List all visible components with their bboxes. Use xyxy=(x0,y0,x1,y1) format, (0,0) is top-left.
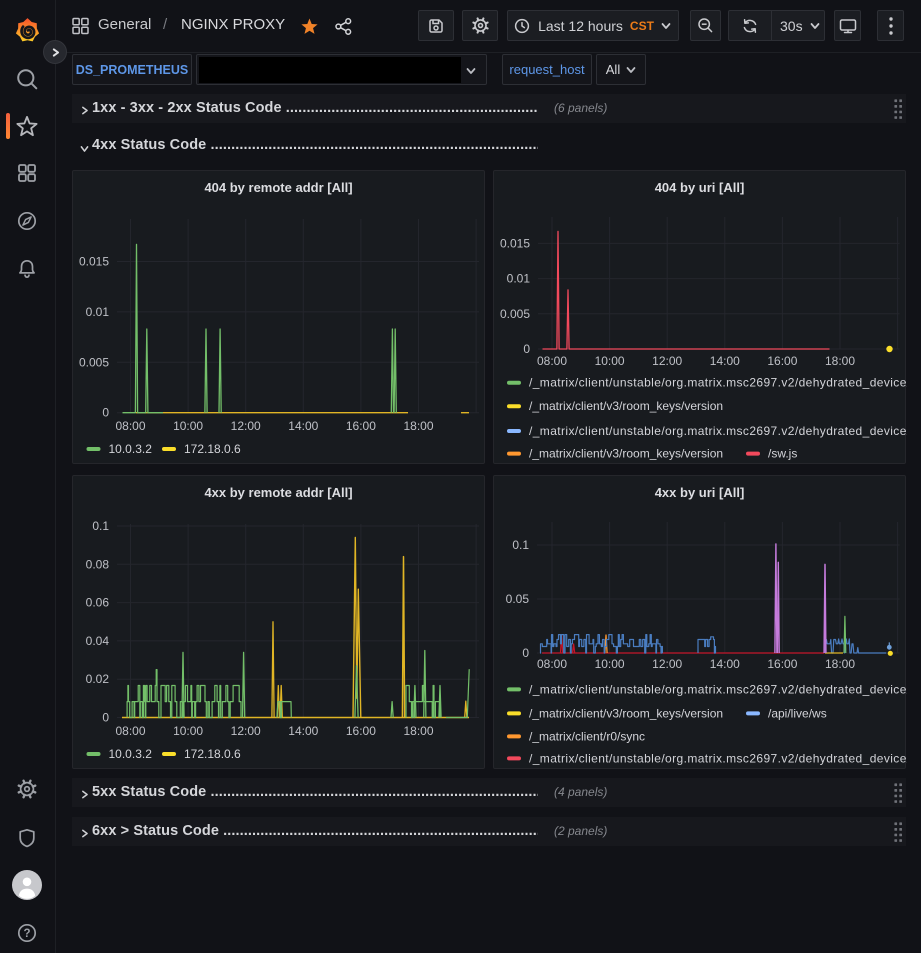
svg-text:16:00: 16:00 xyxy=(346,419,376,433)
svg-text:18:00: 18:00 xyxy=(825,657,855,671)
svg-text:12:00: 12:00 xyxy=(231,419,261,433)
svg-text:/_matrix/client/unstable/org.m: /_matrix/client/unstable/org.matrix.msc2… xyxy=(529,376,907,390)
svg-text:10.0.3.2: 10.0.3.2 xyxy=(109,442,153,456)
svg-text:16:00: 16:00 xyxy=(346,724,376,738)
svg-text:/_matrix/client/r0/sync: /_matrix/client/r0/sync xyxy=(529,729,645,743)
svg-text:0: 0 xyxy=(523,342,530,356)
svg-text:08:00: 08:00 xyxy=(537,354,567,368)
svg-text:16:00: 16:00 xyxy=(767,354,797,368)
svg-text:0.01: 0.01 xyxy=(507,272,531,286)
svg-text:14:00: 14:00 xyxy=(288,419,318,433)
svg-text:/_matrix/client/unstable/org.m: /_matrix/client/unstable/org.matrix.msc2… xyxy=(529,424,907,438)
svg-text:?: ? xyxy=(23,928,30,940)
svg-text:18:00: 18:00 xyxy=(403,419,433,433)
svg-text:16:00: 16:00 xyxy=(767,657,797,671)
svg-text:/_matrix/client/unstable/org.m: /_matrix/client/unstable/org.matrix.msc2… xyxy=(529,751,907,765)
svg-text:0.01: 0.01 xyxy=(86,305,110,319)
svg-text:18:00: 18:00 xyxy=(403,724,433,738)
svg-text:10:00: 10:00 xyxy=(173,724,203,738)
svg-text:0: 0 xyxy=(102,406,109,420)
svg-text:/_matrix/client/v3/room_keys/v: /_matrix/client/v3/room_keys/version xyxy=(529,447,723,461)
svg-text:/_matrix/client/v3/room_keys/v: /_matrix/client/v3/room_keys/version xyxy=(529,706,723,720)
svg-text:0.015: 0.015 xyxy=(79,255,109,269)
svg-text:0.05: 0.05 xyxy=(506,592,530,606)
svg-text:12:00: 12:00 xyxy=(652,354,682,368)
svg-text:0: 0 xyxy=(522,646,529,660)
svg-text:10:00: 10:00 xyxy=(595,657,625,671)
svg-text:0.005: 0.005 xyxy=(500,307,530,321)
svg-text:14:00: 14:00 xyxy=(288,724,318,738)
svg-text:10:00: 10:00 xyxy=(173,419,203,433)
svg-text:08:00: 08:00 xyxy=(115,419,145,433)
svg-text:/_matrix/client/unstable/org.m: /_matrix/client/unstable/org.matrix.msc2… xyxy=(529,682,907,696)
svg-text:/sw.js: /sw.js xyxy=(768,447,797,461)
svg-text:0: 0 xyxy=(102,711,109,725)
svg-text:12:00: 12:00 xyxy=(652,657,682,671)
svg-text:08:00: 08:00 xyxy=(115,724,145,738)
svg-text:0.1: 0.1 xyxy=(92,519,109,533)
svg-text:0.04: 0.04 xyxy=(86,634,110,648)
svg-text:0.06: 0.06 xyxy=(86,596,110,610)
svg-text:10:00: 10:00 xyxy=(595,354,625,368)
svg-text:12:00: 12:00 xyxy=(231,724,261,738)
svg-text:14:00: 14:00 xyxy=(710,657,740,671)
svg-text:0.015: 0.015 xyxy=(500,236,530,250)
svg-text:0.1: 0.1 xyxy=(512,538,529,552)
svg-text:0.005: 0.005 xyxy=(79,355,109,369)
svg-text:0.02: 0.02 xyxy=(86,672,110,686)
svg-text:08:00: 08:00 xyxy=(537,657,567,671)
svg-text:172.18.0.6: 172.18.0.6 xyxy=(184,747,241,761)
svg-text:0.08: 0.08 xyxy=(86,557,110,571)
svg-text:/api/live/ws: /api/live/ws xyxy=(768,706,827,720)
svg-text:/_matrix/client/v3/room_keys/v: /_matrix/client/v3/room_keys/version xyxy=(529,399,723,413)
svg-text:10.0.3.2: 10.0.3.2 xyxy=(109,747,153,761)
svg-text:18:00: 18:00 xyxy=(825,354,855,368)
svg-text:172.18.0.6: 172.18.0.6 xyxy=(184,442,241,456)
svg-text:14:00: 14:00 xyxy=(710,354,740,368)
